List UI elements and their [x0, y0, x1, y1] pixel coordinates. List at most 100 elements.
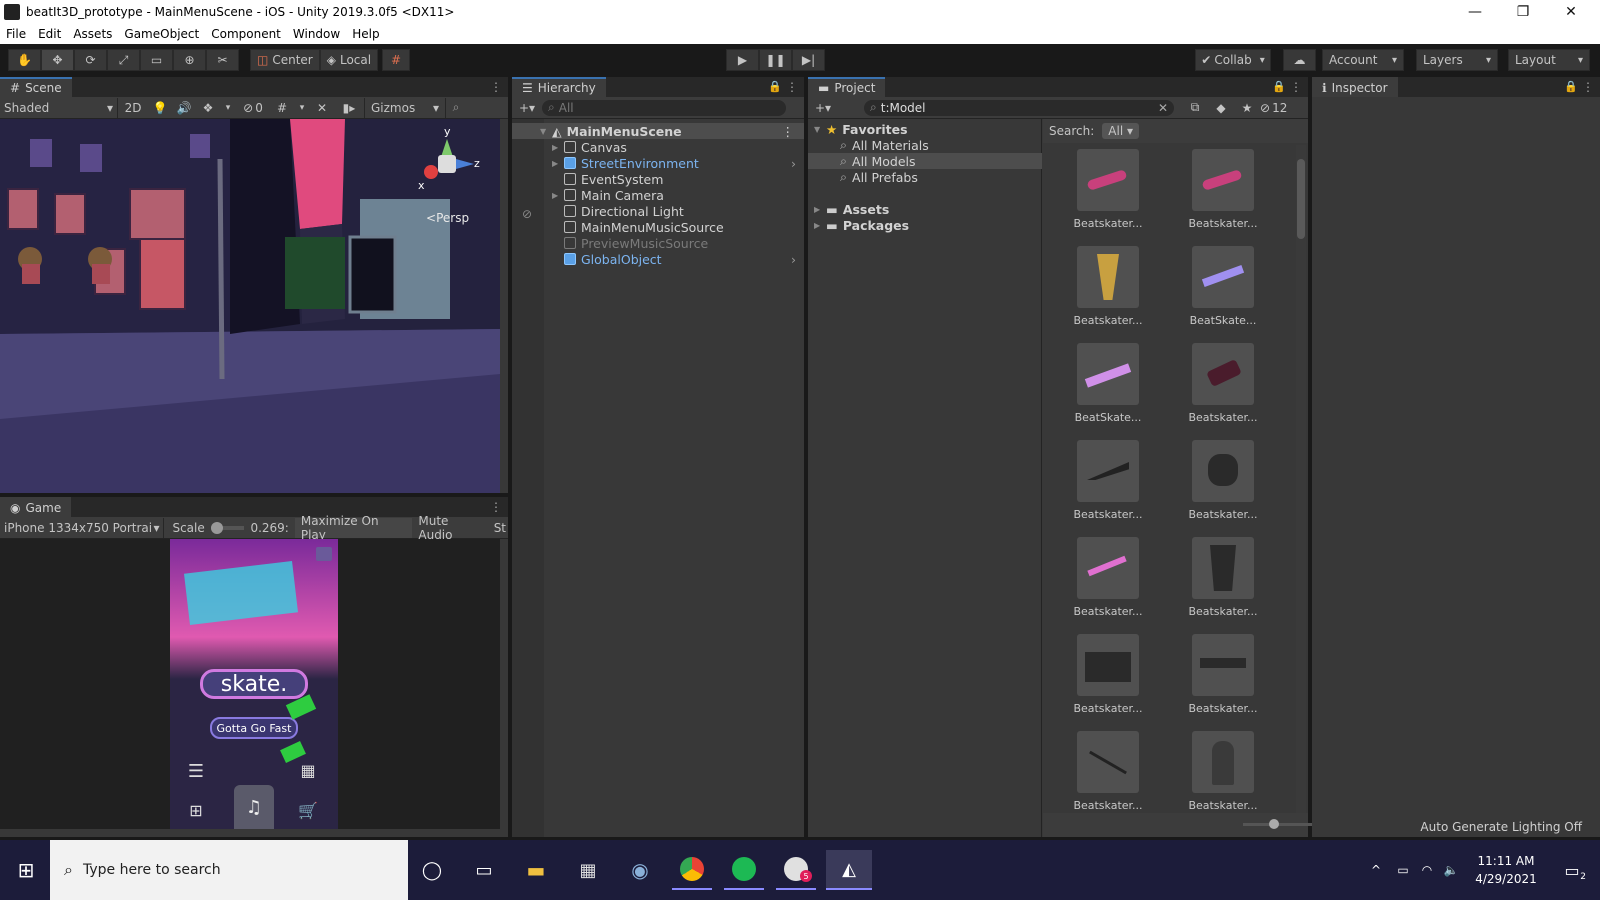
expand-arrow-icon[interactable]: ▼: [540, 127, 552, 136]
favorite-all-models[interactable]: ⌕ All Models: [808, 153, 1042, 169]
pause-icon[interactable]: ❚❚: [759, 49, 792, 71]
menu-edit[interactable]: Edit: [38, 27, 61, 41]
expand-arrow-icon[interactable]: ▶: [552, 191, 564, 200]
steam-icon[interactable]: ◉: [620, 850, 660, 890]
step-icon[interactable]: ▶|: [792, 49, 825, 71]
grid-snap-icon[interactable]: #: [382, 49, 411, 71]
thumbnail-size-thumb[interactable]: [1269, 819, 1279, 829]
scene-row-menu-icon[interactable]: ⋮: [782, 124, 795, 139]
asset-item[interactable]: Beatskater...: [1183, 343, 1263, 424]
mode-2d-toggle[interactable]: 2D: [118, 101, 148, 115]
asset-item[interactable]: Beatskater...: [1068, 246, 1148, 327]
spotify-icon[interactable]: [724, 850, 764, 890]
layers-dropdown[interactable]: Layers: [1416, 49, 1498, 71]
asset-item[interactable]: Beatskater...: [1068, 731, 1148, 812]
asset-item[interactable]: Beatskater...: [1183, 634, 1263, 715]
cloud-icon[interactable]: ☁: [1283, 49, 1316, 71]
close-icon[interactable]: ✕: [1548, 0, 1594, 24]
rect-tool-icon[interactable]: ▭: [140, 49, 173, 71]
menu-component[interactable]: Component: [211, 27, 281, 41]
scene-menu-icon[interactable]: ⋮: [490, 80, 502, 94]
rotate-tool-icon[interactable]: ⟳: [74, 49, 107, 71]
scene-search-icon[interactable]: ⌕: [446, 100, 466, 115]
chevron-up-icon[interactable]: ^: [1366, 850, 1386, 890]
scene-root-row[interactable]: ▼ ◭ MainMenuScene ⋮: [512, 123, 804, 139]
menu-list-icon[interactable]: ☰: [184, 761, 208, 785]
favorite-all-materials[interactable]: ⌕ All Materials: [840, 137, 929, 153]
skate-button[interactable]: skate.: [200, 669, 308, 699]
lighting-icon[interactable]: 💡: [148, 101, 172, 115]
gotta-go-fast-button[interactable]: Gotta Go Fast: [210, 717, 298, 739]
asset-item[interactable]: Beatskater...: [1183, 537, 1263, 618]
chevron-right-icon[interactable]: ›: [791, 156, 796, 171]
thumbnail-size-slider[interactable]: [1243, 819, 1313, 829]
filter-type-icon[interactable]: ⧉: [1182, 100, 1208, 115]
hand-tool-icon[interactable]: ✋: [8, 49, 41, 71]
wifi-icon[interactable]: ◠: [1416, 850, 1438, 890]
unity-taskbar-icon[interactable]: ◭: [826, 850, 872, 890]
favorites-row[interactable]: ▼ ★ Favorites: [814, 121, 908, 137]
hierarchy-item-main-camera[interactable]: ▶ Main Camera: [512, 187, 804, 203]
file-explorer-icon[interactable]: ▬: [516, 850, 556, 890]
game-menu-icon[interactable]: ⋮: [490, 500, 502, 514]
asset-item[interactable]: BeatSkate...: [1068, 343, 1148, 424]
project-lock-icon[interactable]: 🔒: [1272, 80, 1286, 93]
menu-help[interactable]: Help: [352, 27, 379, 41]
grid-menu-icon[interactable]: ⊞: [184, 801, 208, 825]
game-viewport[interactable]: skate. Gotta Go Fast ☰ ▦ ⊞ ♫ 🛒: [0, 539, 500, 829]
project-create-button[interactable]: +▾: [808, 101, 838, 115]
battery-icon[interactable]: ▭: [1392, 850, 1414, 890]
asset-grid-scrollbar[interactable]: [1296, 145, 1306, 813]
pivot-center-button[interactable]: ◫ Center: [250, 49, 320, 71]
asset-item[interactable]: Beatskater...: [1068, 149, 1148, 230]
move-tool-icon[interactable]: ✥: [41, 49, 74, 71]
grid-icon[interactable]: #: [270, 101, 294, 115]
account-dropdown[interactable]: Account: [1322, 49, 1404, 71]
hidden-objects-toggle[interactable]: ⊘ 0: [236, 101, 270, 115]
pivot-local-button[interactable]: ◈ Local: [319, 49, 379, 71]
shading-dropdown[interactable]: Shaded ▾: [0, 97, 118, 118]
grid-dropdown-icon[interactable]: ▾: [294, 103, 310, 113]
slack-icon[interactable]: 5: [776, 850, 816, 890]
gizmos-dropdown[interactable]: Gizmos ▾: [364, 97, 446, 118]
hierarchy-item-directional-light[interactable]: Directional Light: [512, 203, 804, 219]
scrollbar-thumb[interactable]: [1297, 159, 1305, 239]
cart-icon[interactable]: 🛒: [296, 801, 320, 825]
asset-item[interactable]: Beatskater...: [1068, 440, 1148, 521]
music-icon[interactable]: ♫: [234, 785, 274, 829]
store-icon[interactable]: ▦: [568, 850, 608, 890]
notifications-icon[interactable]: ▭ 2: [1552, 850, 1592, 890]
favorite-all-prefabs[interactable]: ⌕ All Prefabs: [840, 169, 918, 185]
hierarchy-lock-icon[interactable]: 🔒: [768, 80, 782, 93]
scale-slider[interactable]: [210, 521, 245, 534]
chevron-right-icon[interactable]: ›: [791, 252, 796, 267]
taskbar-search-input[interactable]: ⌕ Type here to search: [50, 840, 408, 900]
hierarchy-item-previewmusicsource[interactable]: PreviewMusicSource: [512, 235, 804, 251]
asset-item[interactable]: BeatSkate...: [1183, 246, 1263, 327]
menu-gameobject[interactable]: GameObject: [124, 27, 199, 41]
play-icon[interactable]: ▶: [726, 49, 759, 71]
restore-icon[interactable]: ❐: [1500, 0, 1546, 24]
scale-tool-icon[interactable]: ⤢: [107, 49, 140, 71]
effects-icon[interactable]: ❖: [196, 101, 220, 115]
maximize-on-play-toggle[interactable]: Maximize On Play: [294, 514, 413, 542]
hierarchy-item-eventsystem[interactable]: EventSystem: [512, 171, 804, 187]
expand-arrow-icon[interactable]: ▶: [814, 205, 826, 214]
folder-packages[interactable]: ▶ ▬ Packages: [814, 217, 909, 233]
scale-slider-thumb[interactable]: [210, 521, 223, 534]
hierarchy-search-input[interactable]: ⌕ All: [542, 99, 786, 116]
windows-start-icon[interactable]: ⊞: [6, 850, 46, 890]
hierarchy-item-canvas[interactable]: ▶ Canvas: [512, 139, 804, 155]
tab-inspector[interactable]: ℹ Inspector: [1312, 77, 1398, 97]
tab-scene[interactable]: # Scene: [0, 77, 72, 97]
custom-tool-icon[interactable]: ✂: [206, 49, 239, 71]
menu-window[interactable]: Window: [293, 27, 340, 41]
expand-arrow-icon[interactable]: ▶: [552, 143, 564, 152]
asset-item[interactable]: Beatskater...: [1068, 537, 1148, 618]
tab-hierarchy[interactable]: ☰ Hierarchy: [512, 77, 606, 97]
menu-file[interactable]: File: [6, 27, 26, 41]
favorite-star-icon[interactable]: ★: [1234, 101, 1260, 115]
project-menu-icon[interactable]: ⋮: [1290, 80, 1302, 94]
effects-dropdown-icon[interactable]: ▾: [220, 103, 236, 113]
folder-assets[interactable]: ▶ ▬ Assets: [814, 201, 889, 217]
